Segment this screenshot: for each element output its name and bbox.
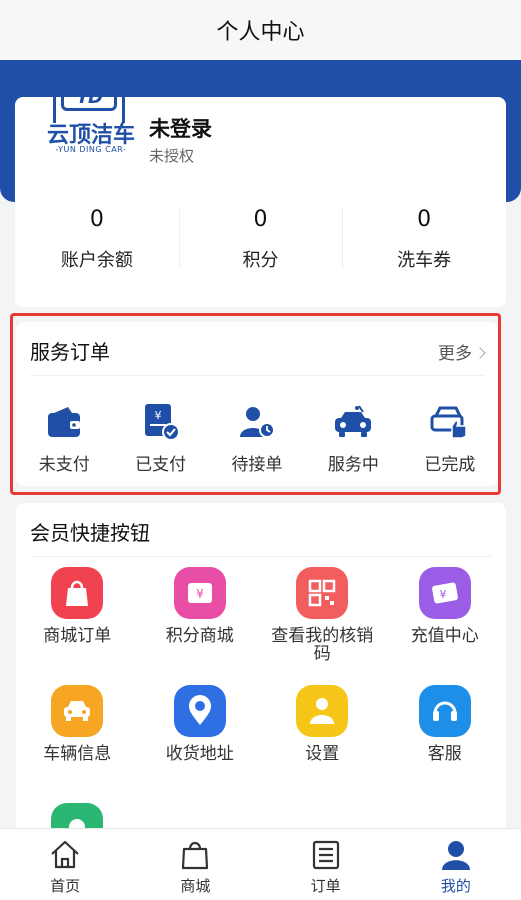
card-header: 会员快捷按钮 <box>30 517 492 557</box>
stat-value: 0 <box>417 207 432 232</box>
shortcut-label: 充值中心 <box>410 626 479 646</box>
shopping-bag-icon <box>182 841 209 870</box>
svg-text:¥: ¥ <box>439 588 446 601</box>
headset-icon <box>418 685 471 737</box>
shortcut-shipping-address[interactable]: 收货地址 <box>139 685 262 793</box>
shortcut-label: 车辆信息 <box>43 744 112 764</box>
stat-value: 0 <box>253 207 268 232</box>
car-icon <box>51 685 104 737</box>
stat-value: 0 <box>89 207 104 232</box>
tab-label: 订单 <box>310 877 341 895</box>
recharge-card-icon: ¥ <box>418 567 471 619</box>
tab-mall[interactable]: 商城 <box>130 829 260 900</box>
logo-mark: YD <box>61 83 117 111</box>
home-icon <box>51 840 79 869</box>
shortcut-label: 收货地址 <box>165 744 234 764</box>
stat-points[interactable]: 0 积分 <box>178 207 343 279</box>
shortcut-mall-orders[interactable]: 商城订单 <box>16 567 139 675</box>
order-list-icon <box>312 840 339 870</box>
page-title: 个人中心 <box>216 20 305 45</box>
stat-wash-coupons[interactable]: 0 洗车券 <box>342 207 506 279</box>
shortcut-redeem-code[interactable]: 查看我的核销码 <box>261 567 384 675</box>
shortcut-vehicle-info[interactable]: 车辆信息 <box>16 685 139 793</box>
shortcut-settings[interactable]: 设置 <box>261 685 384 793</box>
points-mall-icon: ¥ <box>173 567 226 619</box>
stat-label: 洗车券 <box>397 250 452 271</box>
selection-highlight <box>10 313 501 495</box>
location-pin-icon <box>173 685 226 737</box>
top-nav-bar: 个人中心 <box>0 0 521 60</box>
tab-orders[interactable]: 订单 <box>261 829 391 900</box>
stat-balance[interactable]: 0 账户余额 <box>15 207 179 279</box>
shortcut-label: 查看我的核销码 <box>271 626 374 664</box>
qr-code-icon <box>296 567 349 619</box>
settings-person-icon <box>296 685 349 737</box>
user-icon <box>441 841 470 870</box>
tab-label: 商城 <box>180 877 211 895</box>
stat-label: 账户余额 <box>60 250 133 271</box>
user-name[interactable]: 未登录 <box>149 113 212 143</box>
shortcut-points-mall[interactable]: ¥ 积分商城 <box>139 567 262 675</box>
brand-logo: YD 云顶洁车 -YUN DING CAR- <box>43 75 135 171</box>
shortcut-label: 设置 <box>305 744 340 764</box>
tab-me[interactable]: 我的 <box>391 829 521 900</box>
shortcut-label: 商城订单 <box>43 626 112 646</box>
auth-status: 未授权 <box>149 147 195 165</box>
tab-home[interactable]: 首页 <box>0 829 130 900</box>
shortcut-label: 积分商城 <box>165 626 234 646</box>
member-shortcuts-card: 会员快捷按钮 商城订单 ¥ 积分商城 查看我的核销码 ¥ 充值中心 车辆信息 收… <box>16 503 507 855</box>
shortcut-customer-service[interactable]: 客服 <box>384 685 507 793</box>
section-title: 会员快捷按钮 <box>30 521 150 545</box>
shortcut-recharge[interactable]: ¥ 充值中心 <box>384 567 507 675</box>
bottom-tab-bar: 首页 商城 订单 我的 <box>0 828 521 900</box>
logo-text-en: -YUN DING CAR- <box>55 145 127 154</box>
tab-label: 首页 <box>50 877 81 895</box>
tab-label: 我的 <box>440 877 471 895</box>
shortcut-label: 客服 <box>427 744 462 764</box>
account-stats: 0 账户余额 0 积分 0 洗车券 <box>15 207 506 279</box>
profile-card: YD 云顶洁车 -YUN DING CAR- 未登录 未授权 0 账户余额 0 … <box>15 75 506 307</box>
shopping-bag-icon <box>51 567 104 619</box>
stat-label: 积分 <box>242 250 279 271</box>
svg-text:¥: ¥ <box>196 587 204 601</box>
